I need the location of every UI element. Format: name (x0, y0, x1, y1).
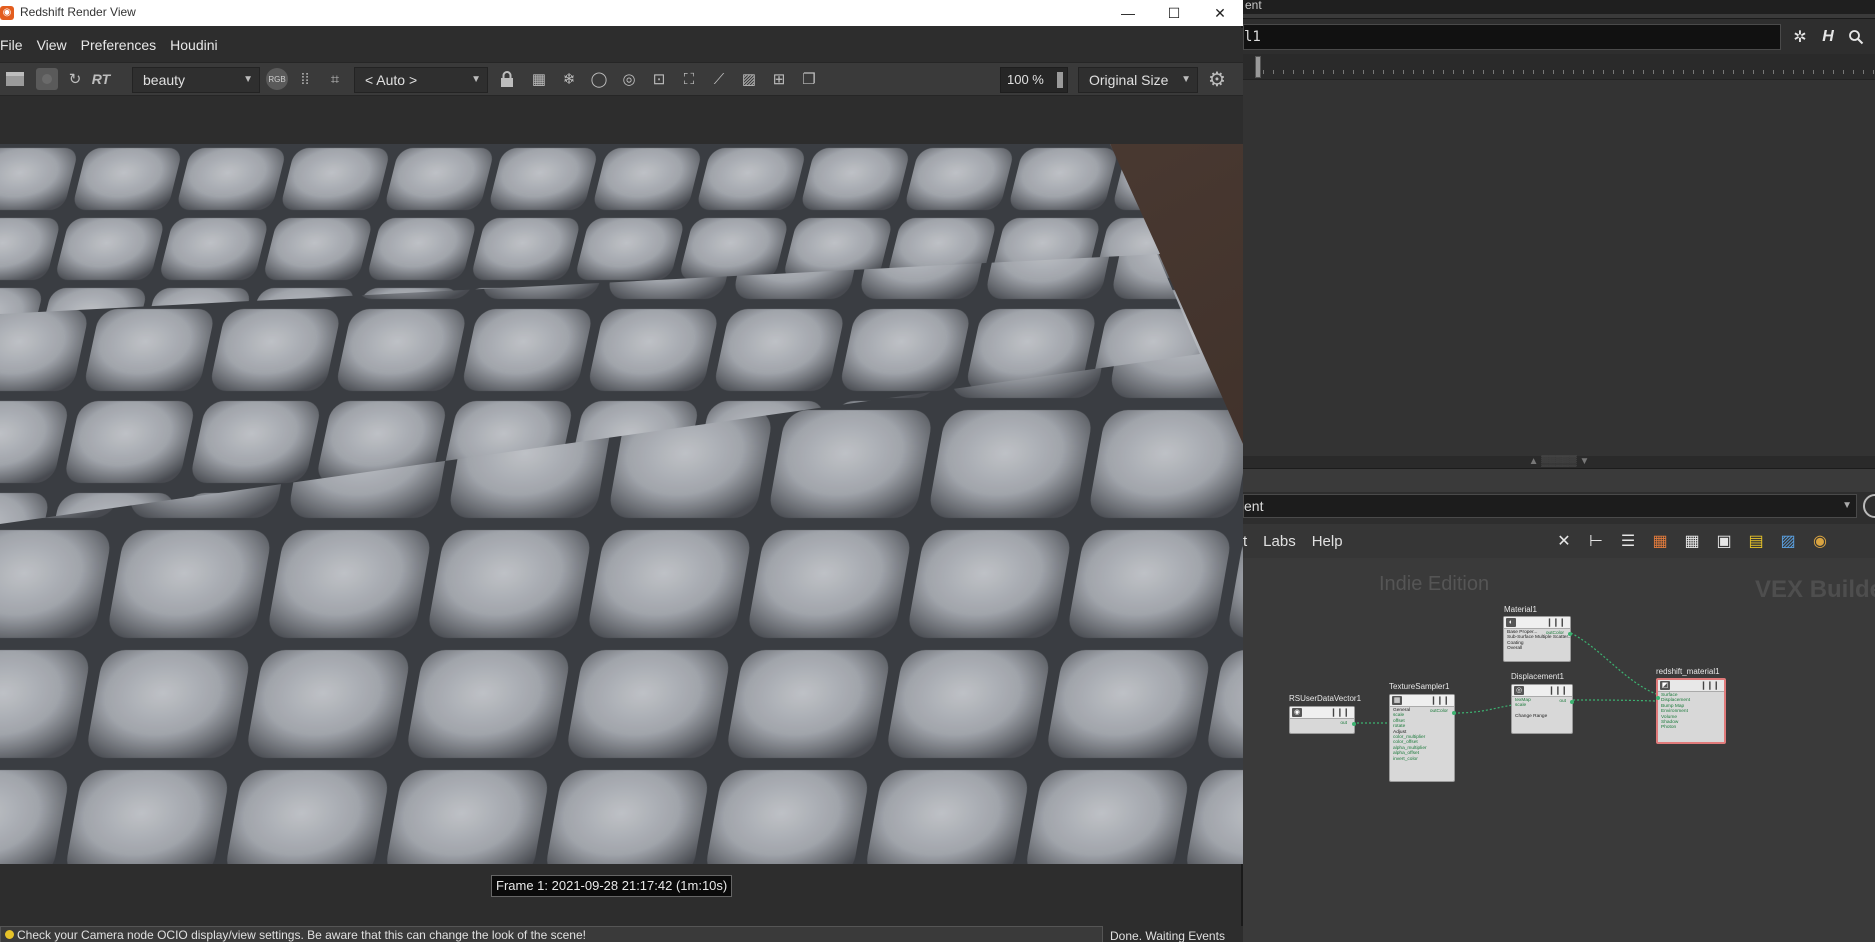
rgb-channel-icon[interactable]: RGB (266, 68, 288, 90)
settings-gear-icon[interactable]: ⚙ (1206, 68, 1228, 91)
refresh-icon[interactable]: ↻ (64, 68, 86, 90)
node-title-rsmaterial: redshift_material1 (1656, 667, 1720, 676)
aov-select[interactable]: beauty ▼ (132, 67, 260, 93)
maximize-button[interactable]: ☐ (1151, 0, 1197, 26)
node-wires (1337, 632, 1657, 724)
circle-icon[interactable]: ◯ (588, 68, 610, 90)
node-output-label: outColor (1429, 709, 1448, 714)
warning-dot-icon (5, 930, 14, 939)
menu-view[interactable]: View (37, 37, 67, 53)
node-output-port[interactable] (1570, 700, 1574, 704)
size-select[interactable]: Original Size ▼ (1078, 67, 1198, 93)
window-controls: — ☐ ✕ (1105, 0, 1243, 26)
picture-icon[interactable]: ▨ (738, 68, 760, 90)
window-title: Redshift Render View (20, 5, 136, 19)
menu-file[interactable]: File (0, 37, 23, 53)
zoom-field[interactable]: 100 % (1000, 67, 1068, 93)
status-state: Done. Waiting Events (1110, 929, 1225, 942)
add-snapshot-icon[interactable]: ⊞ (768, 68, 790, 90)
node-output-label: outColor (1545, 631, 1564, 636)
snowflake-icon[interactable]: ❄ (558, 68, 580, 90)
render-toolbar: ↻ RT beauty ▼ RGB ⁞⁞ ⌗ < Auto > ▼ ▦ ❄ ◯ ◎ … (0, 62, 1243, 96)
node-output-port[interactable] (1452, 711, 1456, 715)
render-image-canvas (0, 144, 1243, 864)
target-icon[interactable]: ◎ (618, 68, 640, 90)
aov-select-value: beauty (143, 72, 186, 88)
close-button[interactable]: ✕ (1197, 0, 1243, 26)
redshift-render-view-window: ◉ Redshift Render View — ☐ ✕ File View P… (0, 0, 1243, 942)
status-message: Check your Camera node OCIO display/view… (0, 926, 1103, 942)
grid-icon[interactable]: ▦ (528, 68, 550, 90)
menu-houdini[interactable]: Houdini (170, 37, 217, 53)
lock-icon[interactable] (496, 68, 518, 90)
node-userdata[interactable]: ◉ ▎▎▎ out (1289, 706, 1356, 734)
camera-select-value: < Auto > (365, 72, 418, 88)
focus-icon[interactable]: ⊡ (648, 68, 670, 90)
node-input-port[interactable] (1656, 696, 1660, 700)
grid-dots-icon[interactable]: ⁞⁞ (294, 68, 316, 90)
menu-preferences[interactable]: Preferences (81, 37, 156, 53)
node-output-port[interactable] (1568, 632, 1572, 636)
node-flags: ▎▎▎ (1548, 619, 1568, 627)
material-node-icon: ◐ (1506, 618, 1516, 627)
node-title-material: Material1 (1504, 605, 1537, 614)
redshift-logo-icon: ◉ (0, 6, 14, 20)
chevron-down-icon: ▼ (243, 74, 253, 85)
node-flags: ▎▎▎ (1332, 709, 1352, 717)
clapper-icon[interactable] (4, 68, 26, 90)
stop-render-icon[interactable] (36, 68, 58, 90)
rt-toggle[interactable]: RT (90, 68, 112, 90)
node-row: invert_color (1393, 756, 1418, 762)
displacement-node-icon: ◎ (1514, 686, 1524, 695)
rs-material-node-icon: ◩ (1660, 681, 1670, 690)
size-select-value: Original Size (1089, 72, 1169, 88)
node-title-userdata: RSUserDataVector1 (1289, 694, 1362, 703)
zoom-value: 100 % (1007, 72, 1044, 87)
node-title-sampler: TextureSampler1 (1389, 682, 1450, 691)
node-flags: ▎▎▎ (1432, 697, 1452, 705)
node-flags: ▎▎▎ (1702, 682, 1722, 690)
window-titlebar[interactable]: ◉ Redshift Render View — ☐ ✕ (0, 0, 1243, 26)
chevron-down-icon: ▼ (1181, 74, 1191, 85)
node-displacement[interactable]: ◎ ▎▎▎ texMap scale Change Range out (1511, 684, 1574, 734)
node-row: Photon (1661, 725, 1677, 731)
node-material[interactable]: ◐ ▎▎▎ Base Proper... Sub-Surface Multiple… (1503, 616, 1572, 662)
camera-select[interactable]: < Auto > ▼ (354, 67, 488, 93)
fit-icon[interactable]: ⛶ (678, 68, 700, 90)
node-output-label: out (1340, 721, 1347, 726)
render-image[interactable] (0, 144, 1243, 864)
wand-icon[interactable]: ⟋ (708, 68, 730, 90)
houdini-window: ent l1 ✲ H ◯ ▲ ▒▒▒▒▒ ▼ ent▼ t Labs Help … (1243, 0, 1875, 942)
node-redshift-material[interactable]: ◩ ▎▎▎ Surface Displacement Bump Map Envir… (1656, 678, 1726, 744)
chevron-down-icon: ▼ (471, 74, 481, 85)
userdata-node-icon: ◉ (1292, 708, 1302, 717)
minimize-button[interactable]: — (1105, 0, 1151, 26)
texture-node-icon: ▦ (1392, 696, 1402, 705)
node-title-displacement: Displacement1 (1511, 672, 1564, 681)
node-output-label: out (1559, 699, 1566, 704)
render-area-top-margin (0, 96, 1243, 144)
menubar: File View Preferences Houdini (0, 28, 1243, 62)
zoom-spinner[interactable] (1057, 72, 1063, 88)
copy-icon[interactable]: ❐ (798, 68, 820, 90)
node-texture-sampler[interactable]: ▦ ▎▎▎ General scale offset rotate Adjust … (1389, 694, 1456, 782)
node-flags: ▎▎▎ (1550, 687, 1570, 695)
node-row: Change Range (1515, 713, 1548, 719)
crop-icon[interactable]: ⌗ (324, 68, 346, 90)
status-message-text: Check your Camera node OCIO display/view… (17, 928, 586, 942)
node-row: Overall (1507, 646, 1523, 652)
frame-info-label: Frame 1: 2021-09-28 21:17:42 (1m:10s) (491, 875, 733, 897)
node-output-port[interactable] (1352, 722, 1356, 726)
